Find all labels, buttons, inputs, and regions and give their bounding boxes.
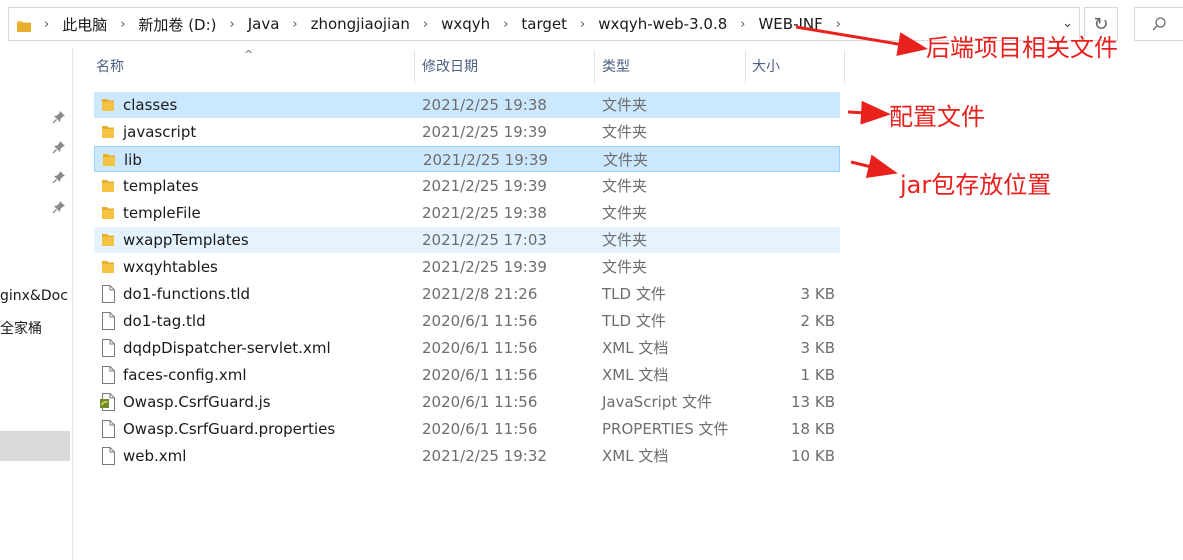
annotation-backend: 后端项目相关文件 xyxy=(926,34,1118,62)
arrow-backend xyxy=(795,25,928,56)
annotation-arrows xyxy=(795,25,928,178)
annotation-jar: jar包存放位置 xyxy=(900,171,1052,199)
arrow-jar xyxy=(850,154,898,178)
arrow-config xyxy=(847,100,891,125)
annotation-config: 配置文件 xyxy=(889,103,985,131)
